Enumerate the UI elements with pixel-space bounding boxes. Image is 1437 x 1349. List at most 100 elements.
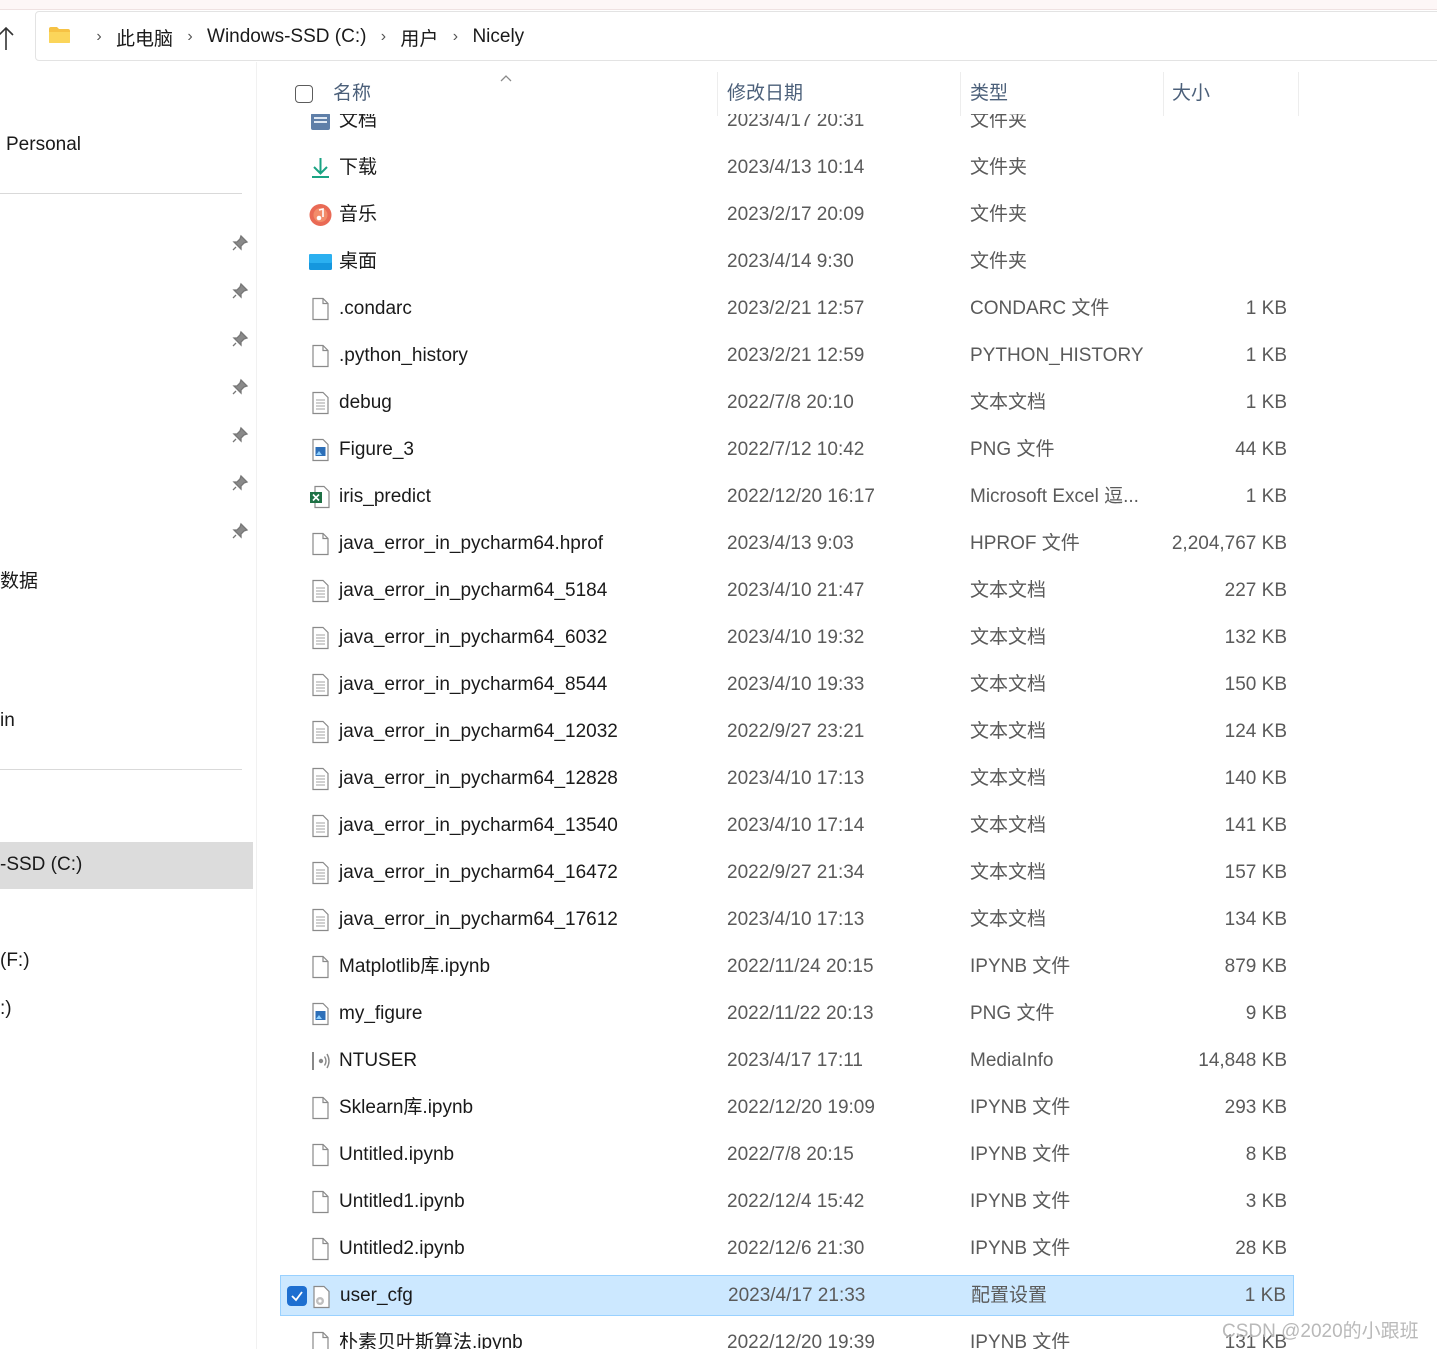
file-name[interactable]: 朴素贝叶斯算法.ipynb [339,1319,523,1349]
file-name[interactable]: 下载 [339,144,377,191]
file-row[interactable]: java_error_in_pycharm64_12828 2023/4/10 1… [280,755,1294,802]
text-file-icon [308,908,333,932]
pin-icon[interactable] [231,234,249,252]
file-name[interactable]: Untitled.ipynb [339,1131,454,1178]
file-name[interactable]: 桌面 [339,238,377,285]
file-name[interactable]: java_error_in_pycharm64_6032 [339,614,607,661]
file-name[interactable]: Untitled2.ipynb [339,1225,465,1272]
desktop-folder-icon [308,250,333,274]
breadcrumb-drive-c[interactable]: Windows-SSD (C:) [207,26,366,48]
file-row[interactable]: my_figure 2022/11/22 20:13 PNG 文件 9 KB [280,990,1294,1037]
file-row[interactable]: .condarc 2023/2/21 12:57 CONDARC 文件 1 KB [280,285,1294,332]
file-date: 2022/12/20 19:39 [727,1332,875,1349]
file-name[interactable]: java_error_in_pycharm64.hprof [339,520,603,567]
file-name[interactable]: java_error_in_pycharm64_13540 [339,802,618,849]
file-date: 2022/7/12 10:42 [727,439,865,460]
file-name[interactable]: my_figure [339,990,422,1037]
file-row[interactable]: java_error_in_pycharm64_16472 2022/9/27 2… [280,849,1294,896]
file-row[interactable]: 下载 2023/4/13 10:14 文件夹 [280,144,1294,191]
pin-icon[interactable] [231,378,249,396]
up-arrow-icon[interactable] [0,24,16,52]
file-size: 132 KB [1224,627,1287,648]
sidebar-item-drive-f[interactable]: (F:) [0,950,30,972]
file-size: 1 KB [1245,345,1287,366]
breadcrumb-this-pc[interactable]: 此电脑 [116,24,173,51]
file-row[interactable]: debug 2022/7/8 20:10 文本文档 1 KB [280,379,1294,426]
file-row[interactable]: Matplotlib库.ipynb 2022/11/24 20:15 IPYNB 文… [280,943,1294,990]
file-name[interactable]: Matplotlib库.ipynb [339,943,490,990]
select-all-checkbox[interactable] [295,85,313,103]
file-size: 1 KB [1244,1285,1286,1306]
chevron-right-icon[interactable]: › [376,28,390,46]
column-separator[interactable] [1298,72,1299,116]
file-name[interactable]: NTUSER [339,1037,417,1084]
column-header-type[interactable]: 类型 [970,72,1160,116]
sidebar-item-personal[interactable]: Personal [6,134,81,156]
column-separator[interactable] [960,72,961,116]
pin-icon[interactable] [231,282,249,300]
file-name[interactable]: Sklearn库.ipynb [339,1084,473,1131]
file-row[interactable]: java_error_in_pycharm64_13540 2023/4/10 1… [280,802,1294,849]
file-row[interactable]: java_error_in_pycharm64_17612 2023/4/10 1… [280,896,1294,943]
row-checkbox[interactable] [287,1286,307,1306]
breadcrumb-users[interactable]: 用户 [400,24,438,51]
file-name[interactable]: java_error_in_pycharm64_5184 [339,567,607,614]
file-name[interactable]: java_error_in_pycharm64_12828 [339,755,618,802]
pin-icon[interactable] [231,522,249,540]
column-separator[interactable] [717,72,718,116]
pin-icon[interactable] [231,474,249,492]
column-separator[interactable] [1163,72,1164,116]
breadcrumb-nicely[interactable]: Nicely [472,26,524,48]
file-name[interactable]: java_error_in_pycharm64_16472 [339,849,618,896]
file-name[interactable]: java_error_in_pycharm64_12032 [339,708,618,755]
file-row[interactable]: 朴素贝叶斯算法.ipynb 2022/12/20 19:39 IPYNB 文件 131… [280,1319,1294,1349]
file-name[interactable]: .python_history [339,332,468,379]
file-type: IPYNB 文件 [970,1332,1071,1349]
file-name[interactable]: user_cfg [340,1276,413,1315]
file-date: 2022/12/20 16:17 [727,486,875,507]
file-name[interactable]: 音乐 [339,191,377,238]
file-name[interactable]: .condarc [339,285,412,332]
chevron-right-icon[interactable]: › [92,28,106,46]
file-row[interactable]: user_cfg 2023/4/17 21:33 配置设置 1 KB [280,1275,1294,1316]
file-name[interactable]: Figure_3 [339,426,414,473]
column-header-name[interactable]: 名称 [333,72,713,116]
file-name[interactable]: Untitled1.ipynb [339,1178,465,1225]
pin-icon[interactable] [231,426,249,444]
file-row[interactable]: java_error_in_pycharm64_5184 2023/4/10 21… [280,567,1294,614]
file-name[interactable]: debug [339,379,392,426]
file-row[interactable]: java_error_in_pycharm64_12032 2022/9/27 2… [280,708,1294,755]
chevron-right-icon[interactable]: › [448,28,462,46]
file-name[interactable]: iris_predict [339,473,431,520]
pin-icon[interactable] [231,330,249,348]
file-name[interactable]: java_error_in_pycharm64_17612 [339,896,618,943]
file-row[interactable]: Untitled.ipynb 2022/7/8 20:15 IPYNB 文件 8 KB [280,1131,1294,1178]
file-type: 文本文档 [970,580,1047,601]
sidebar-item-drive-g[interactable]: :) [0,998,12,1020]
address-bar[interactable]: › 此电脑 › Windows-SSD (C:) › 用户 › Nicely [35,11,1437,61]
sidebar-item-data[interactable]: 数据 [0,566,38,593]
chevron-right-icon[interactable]: › [183,28,197,46]
sidebar-item-ssd[interactable]: -SSD (C:) [0,854,82,876]
file-row[interactable]: 音乐 2023/2/17 20:09 文件夹 [280,191,1294,238]
file-name[interactable]: java_error_in_pycharm64_8544 [339,661,607,708]
file-row[interactable]: java_error_in_pycharm64_8544 2023/4/10 19… [280,661,1294,708]
pane-divider[interactable] [256,62,257,1349]
file-row[interactable]: java_error_in_pycharm64_6032 2023/4/10 19… [280,614,1294,661]
file-row[interactable]: NTUSER 2023/4/17 17:11 MediaInfo 14,848 KB [280,1037,1294,1084]
file-row[interactable]: .python_history 2023/2/21 12:59 PYTHON_HIS… [280,332,1294,379]
file-row[interactable]: java_error_in_pycharm64.hprof 2023/4/13 9… [280,520,1294,567]
file-row[interactable]: Figure_3 2022/7/12 10:42 PNG 文件 44 KB [280,426,1294,473]
column-header-date[interactable]: 修改日期 [727,72,957,116]
file-list[interactable]: 文档 2023/4/17 20:31 文件夹 下载 2023/4/13 10:14 文件夹… [280,97,1437,1349]
sidebar-item-in[interactable]: in [0,710,15,732]
column-header-size[interactable]: 大小 [1172,72,1292,116]
file-size: 140 KB [1224,768,1287,789]
file-type: 文本文档 [970,674,1047,695]
file-row[interactable]: iris_predict 2022/12/20 16:17 Microsoft Ex… [280,473,1294,520]
text-file-icon [308,861,333,885]
file-row[interactable]: Sklearn库.ipynb 2022/12/20 19:09 IPYNB 文件 29… [280,1084,1294,1131]
file-row[interactable]: Untitled2.ipynb 2022/12/6 21:30 IPYNB 文件 28… [280,1225,1294,1272]
file-row[interactable]: Untitled1.ipynb 2022/12/4 15:42 IPYNB 文件 3 … [280,1178,1294,1225]
file-row[interactable]: 桌面 2023/4/14 9:30 文件夹 [280,238,1294,285]
